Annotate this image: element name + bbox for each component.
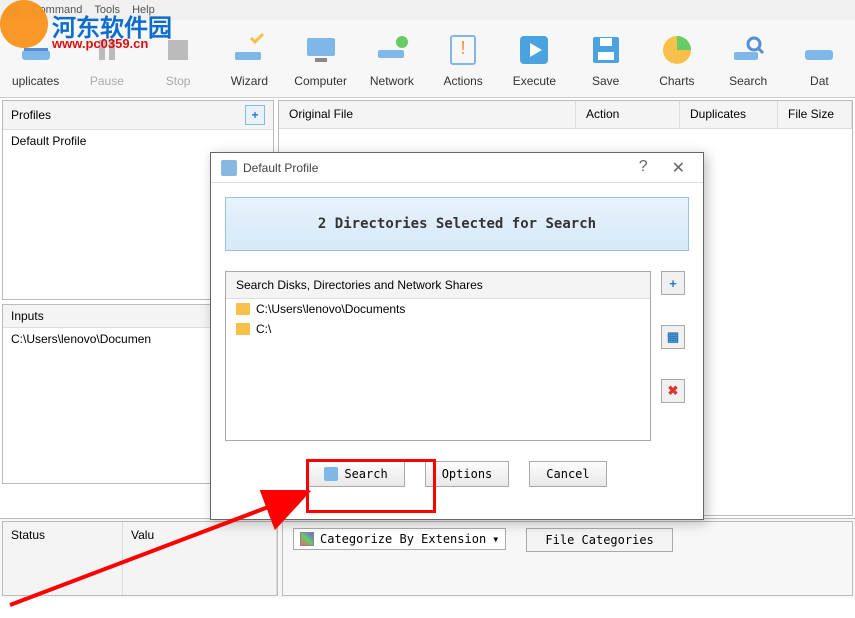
categorize-label: Categorize By Extension: [320, 532, 486, 546]
search-button[interactable]: Search: [307, 461, 404, 487]
computer-icon: [303, 32, 339, 68]
menubar: es Command Tools Help: [0, 0, 855, 20]
col-duplicates[interactable]: Duplicates: [680, 101, 778, 128]
cancel-button[interactable]: Cancel: [529, 461, 606, 487]
selection-banner: 2 Directories Selected for Search: [225, 197, 689, 251]
col-original[interactable]: Original File: [279, 101, 576, 128]
value-col-header: Valu: [123, 522, 277, 595]
folder-icon: [236, 303, 250, 315]
file-categories-button[interactable]: File Categories: [526, 528, 672, 552]
network-icon: [374, 32, 410, 68]
dat-icon: [801, 32, 837, 68]
categorize-icon: [300, 532, 314, 546]
grid-view-button[interactable]: ▦: [661, 325, 685, 349]
categorize-dropdown[interactable]: Categorize By Extension ▾: [293, 528, 506, 550]
list-item[interactable]: C:\: [226, 319, 650, 339]
pause-button: Pause: [71, 20, 142, 97]
svg-text:!: !: [461, 38, 466, 58]
search-list: Search Disks, Directories and Network Sh…: [225, 271, 651, 441]
search-tool-button[interactable]: Search: [713, 20, 784, 97]
col-action[interactable]: Action: [576, 101, 680, 128]
profile-item-default[interactable]: Default Profile: [11, 134, 265, 148]
actions-icon: !: [445, 32, 481, 68]
add-dir-button[interactable]: +: [661, 271, 685, 295]
main-toolbar: uplicates Pause Stop Wizard Computer Net…: [0, 20, 855, 98]
close-button[interactable]: ✕: [664, 156, 693, 180]
search-list-header: Search Disks, Directories and Network Sh…: [226, 272, 650, 299]
folder-icon: [236, 323, 250, 335]
status-col-header: Status: [3, 522, 123, 595]
stop-button: Stop: [143, 20, 214, 97]
inputs-header: Inputs: [11, 309, 44, 323]
menu-help[interactable]: Help: [132, 4, 155, 16]
charts-button[interactable]: Charts: [641, 20, 712, 97]
help-button[interactable]: ?: [631, 156, 656, 180]
col-file-size[interactable]: File Size: [778, 101, 852, 128]
execute-button[interactable]: Execute: [499, 20, 570, 97]
save-icon: [588, 32, 624, 68]
computer-button[interactable]: Computer: [285, 20, 356, 97]
grid-header: Original File Action Duplicates File Siz…: [279, 101, 852, 129]
options-button[interactable]: Options: [425, 461, 510, 487]
dat-button[interactable]: Dat: [784, 20, 855, 97]
wizard-button[interactable]: Wizard: [214, 20, 285, 97]
duplicates-icon: [18, 32, 54, 68]
actions-button[interactable]: ! Actions: [428, 20, 499, 97]
search-btn-icon: [324, 467, 338, 481]
menu-tools[interactable]: Tools: [94, 4, 120, 16]
network-button[interactable]: Network: [356, 20, 427, 97]
default-profile-dialog: Default Profile ? ✕ 2 Directories Select…: [210, 152, 704, 520]
duplicates-button[interactable]: uplicates: [0, 20, 71, 97]
pie-icon: [659, 32, 695, 68]
status-panel: Status Valu: [2, 521, 278, 596]
remove-dir-button[interactable]: ✖: [661, 379, 685, 403]
pause-icon: [89, 32, 125, 68]
dialog-title-text: Default Profile: [243, 161, 318, 175]
search-icon: [730, 32, 766, 68]
dialog-icon: [221, 160, 237, 176]
profiles-header: Profiles: [11, 108, 51, 122]
chevron-down-icon: ▾: [492, 532, 499, 546]
list-item[interactable]: C:\Users\lenovo\Documents: [226, 299, 650, 319]
play-icon: [516, 32, 552, 68]
save-button[interactable]: Save: [570, 20, 641, 97]
menu-command[interactable]: Command: [32, 4, 83, 16]
menu-es[interactable]: es: [8, 4, 20, 16]
stop-icon: [160, 32, 196, 68]
add-profile-button[interactable]: +: [245, 105, 265, 125]
wizard-icon: [231, 32, 267, 68]
